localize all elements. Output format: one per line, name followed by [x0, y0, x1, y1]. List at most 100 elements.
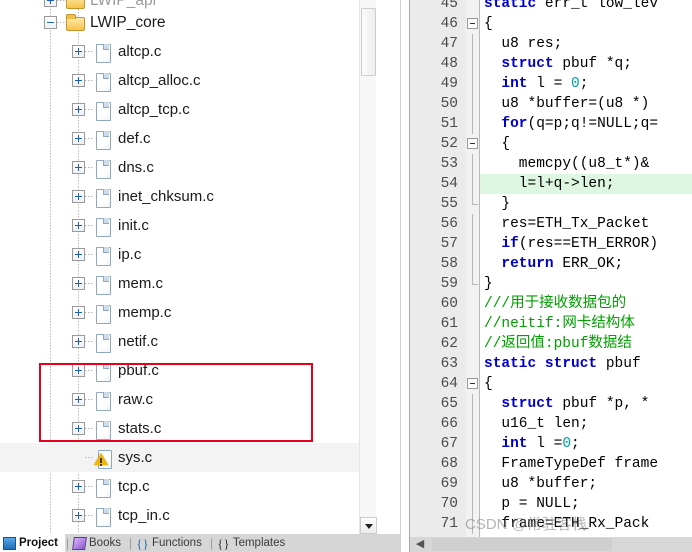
expand-icon[interactable]	[72, 277, 85, 290]
code-line[interactable]: 64 {	[410, 374, 692, 394]
code-editor-pane[interactable]: 45 static err_t low_lev 46{47 u8 res; 48 st…	[410, 0, 692, 552]
fold-collapse-icon[interactable]	[467, 18, 478, 29]
line-number: 53	[440, 156, 458, 172]
tree-item-altcp-c[interactable]: altcp.c	[0, 37, 368, 66]
code-line[interactable]: 69 u8 *buffer;	[410, 474, 692, 494]
code-line[interactable]: 57 if(res==ETH_ERROR)	[410, 234, 692, 254]
fold-guide-line	[472, 514, 473, 534]
code-line[interactable]: 61 //neitif:网卡结构体	[410, 314, 692, 334]
tree-connector	[57, 22, 66, 23]
tree-item-label: inet_chksum.c	[118, 188, 214, 205]
tree-item-def-c[interactable]: def.c	[0, 124, 368, 153]
tab-functions[interactable]: {} Functions	[133, 534, 209, 552]
expand-icon[interactable]	[72, 190, 85, 203]
expand-icon[interactable]	[44, 0, 57, 7]
tree-item-stats-c[interactable]: stats.c	[0, 414, 368, 443]
tree-item-raw-c[interactable]: raw.c	[0, 385, 368, 414]
tree-item-pbuf-c[interactable]: pbuf.c	[0, 356, 368, 385]
code-line[interactable]: 70 p = NULL;	[410, 494, 692, 514]
tab-templates[interactable]: {} Templates	[214, 534, 292, 552]
expand-icon[interactable]	[72, 509, 85, 522]
tree-item-tcp-in-c[interactable]: tcp_in.c	[0, 501, 368, 530]
code-line[interactable]: 62 //返回值:pbuf数据结	[410, 334, 692, 354]
tree-connector	[85, 486, 94, 487]
expand-icon[interactable]	[72, 219, 85, 232]
project-tree-scrollbar[interactable]	[359, 0, 377, 534]
tree-item-init-c[interactable]: init.c	[0, 211, 368, 240]
code-line[interactable]: 52 {	[410, 134, 692, 154]
hscrollbar-thumb[interactable]	[432, 538, 612, 551]
expand-icon[interactable]	[72, 132, 85, 145]
code-line[interactable]: 65 struct pbuf *p, *	[410, 394, 692, 414]
scroll-down-arrow-icon[interactable]	[360, 517, 377, 534]
code-line[interactable]: 50 u8 *buffer=(u8 *)	[410, 94, 692, 114]
tree-item-inet-chksum-c[interactable]: inet_chksum.c	[0, 182, 368, 211]
tree-item-ip-c[interactable]: ip.c	[0, 240, 368, 269]
code-line[interactable]: 68 FrameTypeDef frame	[410, 454, 692, 474]
expand-icon[interactable]	[72, 45, 85, 58]
scroll-left-arrow-icon[interactable]: ◀	[412, 538, 428, 551]
tree-connector	[85, 428, 94, 429]
code-line[interactable]: 53 memcpy((u8_t*)&	[410, 154, 692, 174]
c-file-icon	[94, 274, 112, 295]
line-number: 70	[440, 496, 458, 512]
tab-books[interactable]: Books	[70, 534, 128, 552]
code-line[interactable]: 49 int l = 0;	[410, 74, 692, 94]
code-line[interactable]: 63 static struct pbuf	[410, 354, 692, 374]
expand-icon[interactable]	[72, 306, 85, 319]
code-text: l=l+q->len;	[484, 174, 615, 194]
tree-item-label: init.c	[118, 217, 149, 234]
code-line[interactable]: 56 res=ETH_Tx_Packet	[410, 214, 692, 234]
tree-item-dns-c[interactable]: dns.c	[0, 153, 368, 182]
code-line[interactable]: 45 static err_t low_lev	[410, 0, 692, 14]
code-line[interactable]: 48 struct pbuf *q;	[410, 54, 692, 74]
project-tree[interactable]: LWIP_apl LWIP_core altcp.c altcp_alloc.c alt…	[0, 0, 368, 534]
expand-icon[interactable]	[72, 364, 85, 377]
editor-horizontal-scrollbar[interactable]: ◀	[410, 537, 692, 552]
tab-project[interactable]: Project	[0, 534, 65, 552]
tree-item-altcp-alloc-c[interactable]: altcp_alloc.c	[0, 66, 368, 95]
fold-collapse-icon[interactable]	[467, 378, 478, 389]
code-line[interactable]: 58 return ERR_OK;	[410, 254, 692, 274]
code-line[interactable]: 55 }	[410, 194, 692, 214]
tree-item-lwip-core[interactable]: LWIP_core	[0, 8, 368, 37]
tree-item-sys-c[interactable]: sys.c	[0, 443, 368, 472]
code-line[interactable]: 60 ///用于接收数据包的	[410, 294, 692, 314]
fold-collapse-icon[interactable]	[467, 138, 478, 149]
tree-item-tcp-c[interactable]: tcp.c	[0, 472, 368, 501]
code-token: }	[484, 276, 493, 292]
expand-icon[interactable]	[72, 161, 85, 174]
code-token: 0	[562, 436, 572, 452]
tree-item-memp-c[interactable]: memp.c	[0, 298, 368, 327]
code-text: {	[484, 14, 493, 34]
tree-item-altcp-tcp-c[interactable]: altcp_tcp.c	[0, 95, 368, 124]
tree-connector	[57, 0, 66, 1]
code-line[interactable]: 59}	[410, 274, 692, 294]
expand-icon[interactable]	[72, 248, 85, 261]
expand-icon[interactable]	[72, 393, 85, 406]
expand-icon[interactable]	[72, 422, 85, 435]
code-line[interactable]: 46 {	[410, 14, 692, 34]
expand-icon[interactable]	[72, 103, 85, 116]
expand-icon[interactable]	[72, 480, 85, 493]
code-line[interactable]: 71 frame=ETH_Rx_Pack	[410, 514, 692, 534]
collapse-icon[interactable]	[44, 16, 57, 29]
tree-item-netif-c[interactable]: netif.c	[0, 327, 368, 356]
code-line[interactable]: 51 for(q=p;q!=NULL;q=	[410, 114, 692, 134]
tree-connector	[85, 515, 94, 516]
tree-item-mem-c[interactable]: mem.c	[0, 269, 368, 298]
code-line[interactable]: 54 l=l+q->len;	[410, 174, 692, 194]
code-text: struct pbuf *p, *	[484, 394, 649, 414]
code-line[interactable]: 66 u16_t len;	[410, 414, 692, 434]
expand-icon[interactable]	[72, 335, 85, 348]
scrollbar-thumb[interactable]	[361, 8, 376, 76]
code-line[interactable]: 67 int l =0;	[410, 434, 692, 454]
code-line[interactable]: 47 u8 res;	[410, 34, 692, 54]
pane-splitter[interactable]	[400, 0, 410, 552]
expand-icon[interactable]	[72, 74, 85, 87]
